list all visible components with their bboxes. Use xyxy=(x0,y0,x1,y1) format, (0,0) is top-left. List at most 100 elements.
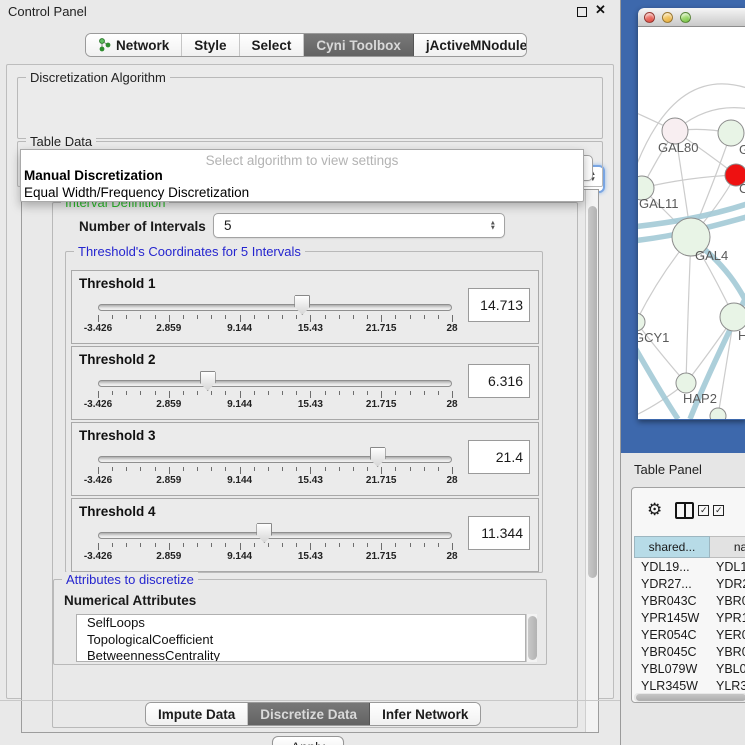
slider-track[interactable] xyxy=(98,532,452,539)
cell-shared-name[interactable]: YBR043C xyxy=(634,594,710,608)
close-icon[interactable]: ✕ xyxy=(595,2,606,18)
slider-tick xyxy=(268,543,269,547)
control-panel-tabs: NetworkStyleSelectCyni ToolboxjActiveMNo… xyxy=(85,33,527,57)
split-columns-icon[interactable] xyxy=(675,502,694,519)
table-row[interactable]: YPR145WYPR1 xyxy=(634,609,745,626)
node-label-partial: GA xyxy=(739,142,745,157)
cell-shared-name[interactable]: YDL19... xyxy=(634,560,710,574)
tab-network[interactable]: Network xyxy=(86,34,182,56)
network-window[interactable]: GAL80CGAL11GAL4GCY1HHAP2GA xyxy=(638,8,745,420)
slider-tick xyxy=(395,391,396,395)
slider-tick-label: 28 xyxy=(446,399,457,410)
tab-style[interactable]: Style xyxy=(182,34,239,56)
slider-tick-label: 28 xyxy=(446,551,457,562)
cell-name[interactable]: YDL1 xyxy=(710,560,745,574)
slider-track[interactable] xyxy=(98,380,452,387)
network-nodes[interactable] xyxy=(638,118,745,419)
threshold-value-field[interactable]: 6.316 xyxy=(468,364,530,398)
column-header-shared-name[interactable]: shared... xyxy=(634,536,710,558)
cell-name[interactable]: YDR2 xyxy=(710,577,745,591)
minimize-traffic-icon[interactable] xyxy=(662,12,673,23)
dropdown-option[interactable]: Equal Width/Frequency Discretization xyxy=(21,185,583,202)
tab-infer-network[interactable]: Infer Network xyxy=(370,703,480,725)
cell-shared-name[interactable]: YPR145W xyxy=(634,611,710,625)
table-panel: Table Panel ⚙ ✓ ✓ shared... na YDL19...Y… xyxy=(620,453,745,745)
cell-name[interactable]: YBR0 xyxy=(710,594,745,608)
attribute-list-item[interactable]: SelfLoops xyxy=(77,615,525,632)
cell-name[interactable]: YLR3 xyxy=(710,679,745,693)
network-node[interactable] xyxy=(638,313,645,331)
num-intervals-label: Number of Intervals xyxy=(79,219,206,234)
table-row[interactable]: YLR345WYLR3 xyxy=(634,677,745,694)
network-window-titlebar[interactable] xyxy=(638,8,745,27)
table-row[interactable]: YDR27...YDR2 xyxy=(634,575,745,592)
cell-name[interactable]: YBR0 xyxy=(710,645,745,659)
slider-tick xyxy=(197,467,198,471)
settings-scrollbar[interactable] xyxy=(585,190,598,732)
tab-impute-data[interactable]: Impute Data xyxy=(146,703,248,725)
network-node[interactable] xyxy=(710,408,726,419)
column-header-name[interactable]: na xyxy=(710,536,745,558)
float-window-icon[interactable] xyxy=(577,7,587,17)
cell-shared-name[interactable]: YLR345W xyxy=(634,679,710,693)
dropdown-option[interactable]: Manual Discretization xyxy=(21,168,583,185)
cell-name[interactable]: YER0 xyxy=(710,628,745,642)
slider-tick xyxy=(98,467,99,474)
slider-tick xyxy=(225,391,226,395)
table-row[interactable]: YBL079WYBL0 xyxy=(634,660,745,677)
slider-tick xyxy=(126,543,127,547)
slider-tick xyxy=(98,543,99,550)
tab-jactivemnodules[interactable]: jActiveMNodules xyxy=(414,34,527,56)
attribute-list-item[interactable]: TopologicalCoefficient xyxy=(77,632,525,649)
slider-tick xyxy=(452,315,453,322)
slider-tick xyxy=(169,543,170,550)
checkbox-icon[interactable]: ✓ xyxy=(713,505,724,516)
table-row[interactable]: YER054CYER0 xyxy=(634,626,745,643)
attribute-list-item[interactable]: BetweennessCentrality xyxy=(77,648,525,662)
gear-icon[interactable]: ⚙ xyxy=(647,500,662,520)
threshold-value-field[interactable]: 14.713 xyxy=(468,288,530,322)
numerical-attributes-list[interactable]: SelfLoopsTopologicalCoefficientBetweenne… xyxy=(76,614,526,662)
table-hscrollbar[interactable] xyxy=(634,693,745,702)
slider-thumb[interactable] xyxy=(294,295,310,315)
slider-tick xyxy=(353,315,354,319)
slider-tick-label: -3.426 xyxy=(84,399,112,410)
tab-discretize-data[interactable]: Discretize Data xyxy=(248,703,370,725)
cell-shared-name[interactable]: YBL079W xyxy=(634,662,710,676)
network-canvas[interactable]: GAL80CGAL11GAL4GCY1HHAP2GA xyxy=(638,27,745,419)
cell-shared-name[interactable]: YBR045C xyxy=(634,645,710,659)
threshold-row: Threshold 3-3.4262.8599.14415.4321.71528… xyxy=(71,422,539,496)
slider-tick xyxy=(424,543,425,547)
attributes-scrollbar[interactable] xyxy=(526,614,537,662)
table-row[interactable]: YBR045CYBR0 xyxy=(634,643,745,660)
table-row[interactable]: YDL19...YDL1 xyxy=(634,558,745,575)
network-node[interactable] xyxy=(676,373,696,393)
slider-tick xyxy=(339,315,340,319)
slider-thumb[interactable] xyxy=(256,523,272,543)
combo-arrows-icon: ▲▼ xyxy=(490,220,496,231)
slider-tick-label: 2.859 xyxy=(156,475,181,486)
cell-shared-name[interactable]: YER054C xyxy=(634,628,710,642)
slider-thumb[interactable] xyxy=(200,371,216,391)
checkbox-icon[interactable]: ✓ xyxy=(698,505,709,516)
apply-button[interactable]: Apply xyxy=(272,736,344,745)
slider-tick xyxy=(140,315,141,319)
slider-thumb[interactable] xyxy=(370,447,386,467)
group-title: Discretization Algorithm xyxy=(26,70,170,85)
threshold-value-field[interactable]: 21.4 xyxy=(468,440,530,474)
slider-track[interactable] xyxy=(98,456,452,463)
cell-name[interactable]: YPR1 xyxy=(710,611,745,625)
tab-cyni-toolbox[interactable]: Cyni Toolbox xyxy=(304,34,414,56)
num-intervals-combobox[interactable]: 5 ▲▼ xyxy=(213,213,505,238)
slider-track[interactable] xyxy=(98,304,452,311)
slider-tick xyxy=(240,315,241,322)
table-row[interactable]: YBR043CYBR0 xyxy=(634,592,745,609)
close-traffic-icon[interactable] xyxy=(644,12,655,23)
cell-shared-name[interactable]: YDR27... xyxy=(634,577,710,591)
cell-name[interactable]: YBL0 xyxy=(710,662,745,676)
zoom-traffic-icon[interactable] xyxy=(680,12,691,23)
tab-select[interactable]: Select xyxy=(240,34,305,56)
slider-tick xyxy=(410,315,411,319)
threshold-value-field[interactable]: 11.344 xyxy=(468,516,530,550)
network-node[interactable] xyxy=(720,303,745,331)
